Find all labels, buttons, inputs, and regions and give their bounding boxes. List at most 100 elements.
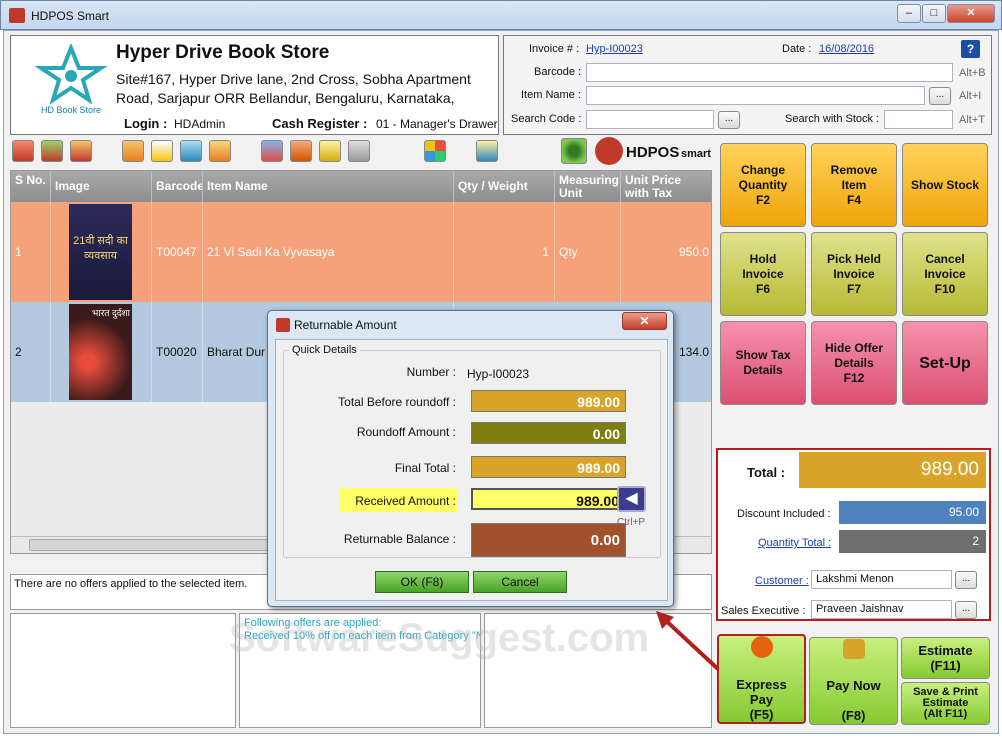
table-row[interactable]: 1 21वी सदी का व्यवसाय T00047 21 Vi Sadi …: [11, 202, 711, 302]
dialog-close-button[interactable]: ✕: [622, 312, 667, 330]
gift-icon[interactable]: [209, 140, 231, 162]
search-stock-label: Search with Stock :: [785, 113, 880, 125]
item-name-hint: Alt+I: [959, 90, 982, 102]
search-code-label: Search Code :: [511, 113, 582, 125]
pay-now-button[interactable]: Pay Now (F8): [809, 637, 898, 725]
cancel-button[interactable]: Cancel: [473, 571, 567, 593]
cart-icon[interactable]: [180, 140, 202, 162]
invoice-number-link[interactable]: Hyp-I00023: [586, 43, 643, 55]
cancel-invoice-button[interactable]: Cancel Invoice F10: [902, 232, 988, 316]
offers-panel-left: [10, 613, 236, 728]
book-cover-image: भारत दुर्दशा: [69, 304, 132, 400]
runner-icon: [750, 636, 773, 658]
apps-grid-icon[interactable]: [424, 140, 446, 162]
date-label: Date :: [782, 43, 812, 55]
invoice-label: Invoice # :: [529, 43, 580, 55]
show-stock-button[interactable]: Show Stock: [902, 143, 988, 227]
arrow-annotation-icon: [656, 611, 720, 671]
received-amount-label: Received Amount :: [355, 494, 456, 508]
customer-browse-button[interactable]: ...: [955, 571, 977, 589]
save-print-estimate-button[interactable]: Save & Print Estimate (Alt F11): [901, 682, 990, 725]
express-pay-label: Express Pay (F5): [736, 677, 787, 722]
roundoff-label: Roundoff Amount :: [356, 425, 456, 439]
quantity-total-value: 2: [839, 530, 986, 553]
estimate-button[interactable]: Estimate (F11): [901, 637, 990, 679]
sales-executive-browse-button[interactable]: ...: [955, 601, 977, 619]
row-item-name: 21 Vi Sadi Ka Vyvasaya: [203, 202, 454, 302]
returnable-balance-label: Returnable Balance :: [343, 532, 456, 546]
item-name-input[interactable]: [586, 86, 925, 105]
row-price: 950.0: [621, 202, 711, 302]
received-amount-input[interactable]: 989.00: [471, 488, 626, 510]
date-link[interactable]: 16/08/2016: [819, 43, 874, 55]
logo-star-icon: [34, 42, 108, 105]
customer-group-icon[interactable]: [261, 140, 283, 162]
no-offers-text: There are no offers applied to the selec…: [14, 578, 248, 590]
col-item-name[interactable]: Item Name: [203, 171, 454, 202]
search-code-input[interactable]: [586, 110, 714, 129]
row-barcode: T00020: [152, 302, 203, 402]
app-icon: [9, 8, 25, 23]
hdpos-brand-suffix: smart: [681, 148, 711, 160]
hdpos-brand-name: HDPOS: [626, 144, 680, 161]
register-label: Cash Register :: [272, 116, 368, 131]
col-qty[interactable]: Qty / Weight: [454, 171, 555, 202]
customer-field[interactable]: Lakshmi Menon: [811, 570, 952, 589]
quick-details-label: Quick Details: [289, 344, 360, 356]
row-sno: 1: [11, 202, 51, 302]
dialog-body: Quick Details Number : Hyp-I00023 Total …: [275, 339, 668, 601]
col-unit[interactable]: Measuring Unit: [555, 171, 621, 202]
pay-now-label: Pay Now (F8): [826, 678, 881, 723]
copy-amount-arrow-icon[interactable]: ◀: [617, 486, 646, 512]
new-invoice-icon[interactable]: [12, 140, 34, 162]
row-image-cell: भारत दुर्दशा: [51, 302, 152, 402]
item-name-browse-button[interactable]: ...: [929, 87, 951, 105]
customer-link[interactable]: Customer :: [755, 575, 809, 587]
search-code-browse-button[interactable]: ...: [718, 111, 740, 129]
settings-gear-icon[interactable]: [561, 138, 587, 164]
show-tax-details-button[interactable]: Show Tax Details: [720, 321, 806, 405]
totals-panel: Total : 989.00 Discount Included : 95.00…: [716, 448, 991, 621]
report-icon[interactable]: [122, 140, 144, 162]
express-pay-button[interactable]: Express Pay (F5): [717, 634, 806, 724]
minimize-button[interactable]: ‒: [897, 4, 921, 23]
discount-label: Discount Included :: [737, 508, 831, 520]
register-value: 01 - Manager's Drawer: [376, 117, 498, 131]
hide-offer-details-button[interactable]: Hide Offer Details F12: [811, 321, 897, 405]
ok-button[interactable]: OK (F8): [375, 571, 469, 593]
coupon-icon[interactable]: [319, 140, 341, 162]
maximize-button[interactable]: □: [922, 4, 946, 23]
return-icon[interactable]: [290, 140, 312, 162]
remove-item-button[interactable]: Remove Item F4: [811, 143, 897, 227]
quantity-total-link[interactable]: Quantity Total :: [758, 537, 831, 549]
barcode-hint: Alt+B: [959, 67, 986, 79]
hold-invoice-button[interactable]: Hold Invoice F6: [720, 232, 806, 316]
login-label: Login :: [124, 116, 168, 131]
row-image-cell: 21वी सदी का व्यवसाय: [51, 202, 152, 302]
before-roundoff-label: Total Before roundoff :: [338, 395, 456, 409]
search-stock-input[interactable]: [884, 110, 953, 129]
final-total-value: 989.00: [471, 456, 626, 478]
logo-text: HD Book Store: [40, 105, 102, 115]
row-qty: 1: [454, 202, 555, 302]
col-sno[interactable]: S No.: [11, 171, 51, 202]
close-button[interactable]: ✕: [947, 4, 995, 23]
number-value: Hyp-I00023: [467, 367, 530, 381]
user-icon[interactable]: [476, 140, 498, 162]
help-icon[interactable]: ?: [961, 40, 980, 58]
item-name-label: Item Name :: [521, 89, 581, 101]
barcode-input[interactable]: [586, 63, 953, 82]
col-price[interactable]: Unit Price with Tax: [621, 171, 711, 202]
print-invoice-icon[interactable]: [41, 140, 63, 162]
refresh-icon[interactable]: [151, 140, 173, 162]
col-barcode[interactable]: Barcode: [152, 171, 203, 202]
change-quantity-button[interactable]: Change Quantity F2: [720, 143, 806, 227]
setup-button[interactable]: Set-Up: [902, 321, 988, 405]
col-image[interactable]: Image: [51, 171, 152, 202]
store-info-panel: HD Book Store Hyper Drive Book Store Sit…: [10, 35, 499, 135]
login-value: HDAdmin: [174, 117, 226, 131]
pick-held-invoice-button[interactable]: Pick Held Invoice F7: [811, 232, 897, 316]
save-invoice-icon[interactable]: [70, 140, 92, 162]
before-roundoff-value: 989.00: [471, 390, 626, 412]
sales-executive-field[interactable]: Praveen Jaishnav: [811, 600, 952, 619]
